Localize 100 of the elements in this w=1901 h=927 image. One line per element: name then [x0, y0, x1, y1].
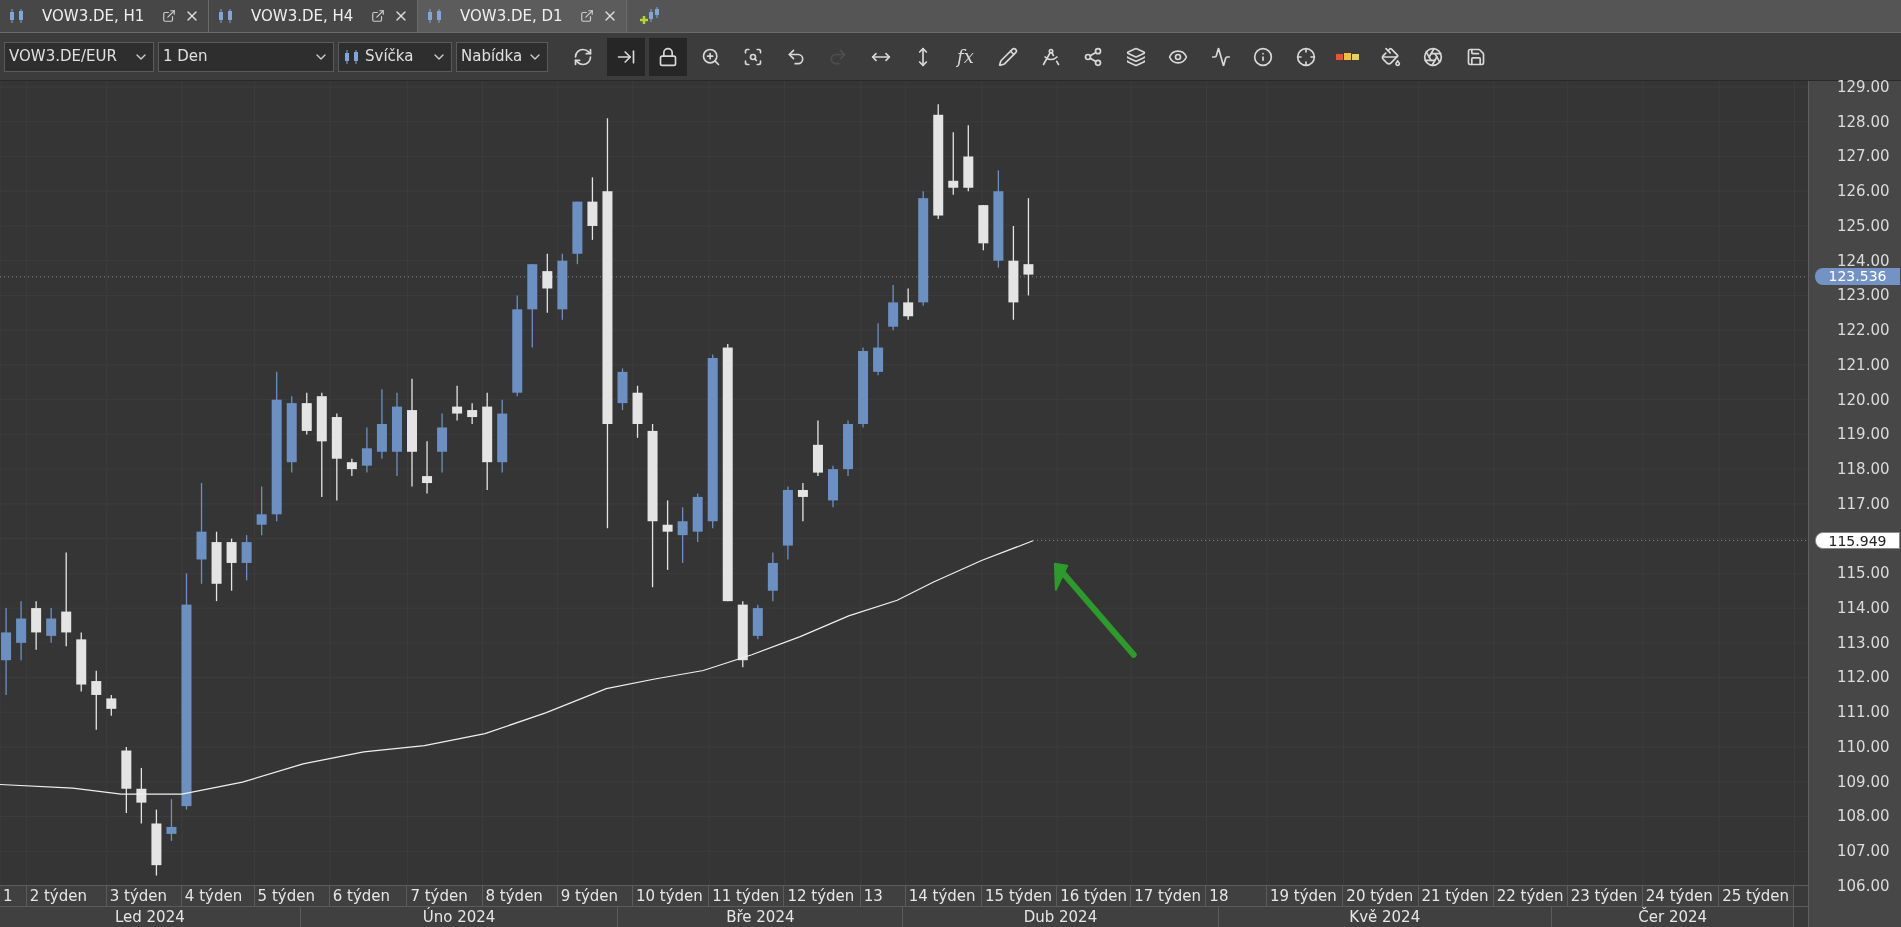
candlestick — [752, 604, 763, 640]
price-label: 121.00 — [1837, 355, 1890, 374]
candlestick — [662, 499, 673, 571]
candlestick — [376, 388, 387, 460]
price-label: 108.00 — [1837, 807, 1890, 826]
week-label: 16 týden — [1057, 886, 1132, 907]
candlestick — [587, 176, 598, 241]
month-label: Kvě 2024 — [1218, 907, 1552, 927]
candlestick — [812, 419, 823, 477]
candlestick — [677, 506, 688, 564]
chart-tab[interactable]: VOW3.DE, H4 — [209, 0, 418, 32]
price-marker: 115.949 — [1815, 531, 1900, 549]
pop-out-icon[interactable] — [580, 9, 594, 23]
pencil-icon — [998, 46, 1018, 67]
aperture-icon — [1423, 46, 1443, 67]
nodes-icon — [1083, 46, 1103, 67]
chart-tab[interactable]: VOW3.DE, D1 — [418, 0, 627, 32]
pop-out-icon[interactable] — [162, 9, 176, 23]
candlestick — [542, 253, 553, 314]
week-label: 7 týden — [407, 886, 483, 907]
price-type-dropdown[interactable]: Nabídka — [456, 41, 548, 72]
candlestick — [346, 458, 357, 477]
period-dropdown[interactable]: 1 Den — [158, 41, 334, 72]
price-label: 124.00 — [1837, 251, 1890, 270]
wave-icon — [1210, 46, 1231, 67]
info-icon — [1253, 46, 1273, 67]
week-label: 18 — [1206, 886, 1267, 907]
price-label: 127.00 — [1837, 147, 1890, 166]
pop-out-icon[interactable] — [371, 9, 385, 23]
candlestick — [256, 485, 267, 536]
month-label: Čer 2024 — [1552, 907, 1795, 927]
price-label: 119.00 — [1837, 425, 1890, 444]
month-label: Úno 2024 — [300, 907, 619, 927]
price-label: 120.00 — [1837, 390, 1890, 409]
week-label: 1 — [0, 886, 27, 907]
fx-button[interactable]: fx — [946, 37, 985, 76]
month-label: Led 2024 — [0, 907, 301, 927]
candlestick-icon — [217, 8, 235, 24]
candlestick — [797, 482, 808, 522]
price-label: 113.00 — [1837, 633, 1890, 652]
candlestick-icon — [343, 48, 361, 65]
candlestick — [948, 131, 959, 196]
candlestick — [452, 385, 463, 422]
candlestick — [136, 767, 147, 825]
candlestick — [422, 440, 433, 495]
price-label: 118.00 — [1837, 460, 1890, 479]
candlestick — [437, 412, 448, 474]
candlestick — [91, 670, 102, 731]
week-label: 11 týden — [709, 886, 785, 907]
tab-title: VOW3.DE, H4 — [251, 5, 355, 27]
symbol-dropdown[interactable]: VOW3.DE/EUR — [4, 41, 154, 72]
candlestick — [828, 465, 838, 508]
price-label: 106.00 — [1837, 876, 1890, 895]
chart-tab[interactable]: VOW3.DE, H1 — [0, 0, 209, 32]
crosshair-icon — [1295, 46, 1316, 67]
candlestick-icon — [426, 8, 444, 24]
tab-title: VOW3.DE, H1 — [42, 5, 146, 27]
week-label: 25 týden — [1719, 886, 1795, 907]
candlestick — [76, 631, 87, 693]
scroll-end-button[interactable] — [606, 37, 645, 76]
candlestick — [557, 253, 568, 321]
zoom-area-icon — [743, 46, 763, 67]
tab-title: VOW3.DE, D1 — [460, 5, 564, 27]
price-label: 112.00 — [1837, 668, 1890, 687]
price-label: 110.00 — [1837, 737, 1890, 756]
price-label: 111.00 — [1837, 703, 1890, 722]
paint-bucket-icon — [1380, 46, 1401, 67]
candlestick — [151, 808, 162, 877]
candlestick-icon — [8, 8, 26, 24]
week-label: 15 týden — [982, 886, 1058, 907]
price-label: 114.00 — [1837, 599, 1890, 617]
refresh-icon — [573, 46, 593, 67]
candlestick — [617, 367, 628, 411]
candlestick — [888, 284, 899, 331]
save-icon — [1465, 46, 1486, 67]
price-label: 107.00 — [1837, 842, 1890, 861]
lock-button[interactable] — [649, 37, 687, 76]
price-label: 122.00 — [1837, 321, 1890, 340]
candlestick — [241, 534, 252, 581]
candlestick — [211, 531, 222, 602]
price-label: 115.00 — [1837, 564, 1890, 583]
candlestick — [873, 322, 884, 376]
chart-type-dropdown[interactable]: Svíčka — [338, 41, 452, 72]
week-label: 20 týden — [1343, 886, 1419, 907]
undo-icon — [785, 46, 806, 67]
zoom-in-icon — [700, 46, 721, 67]
candlestick — [467, 402, 478, 425]
price-label: 109.00 — [1837, 772, 1890, 791]
price-label: 117.00 — [1837, 494, 1890, 513]
compass-icon — [1040, 46, 1061, 67]
candlestick — [16, 600, 27, 661]
price-marker: 123.536 — [1815, 268, 1900, 286]
candlestick — [963, 124, 974, 192]
price-label: 125.00 — [1837, 216, 1890, 235]
candlestick — [361, 426, 372, 474]
color-bar-icon — [1336, 51, 1360, 62]
candlestick — [226, 537, 237, 592]
week-label: 12 týden — [784, 886, 861, 907]
candlestick — [632, 385, 643, 439]
candlestick — [121, 746, 132, 814]
